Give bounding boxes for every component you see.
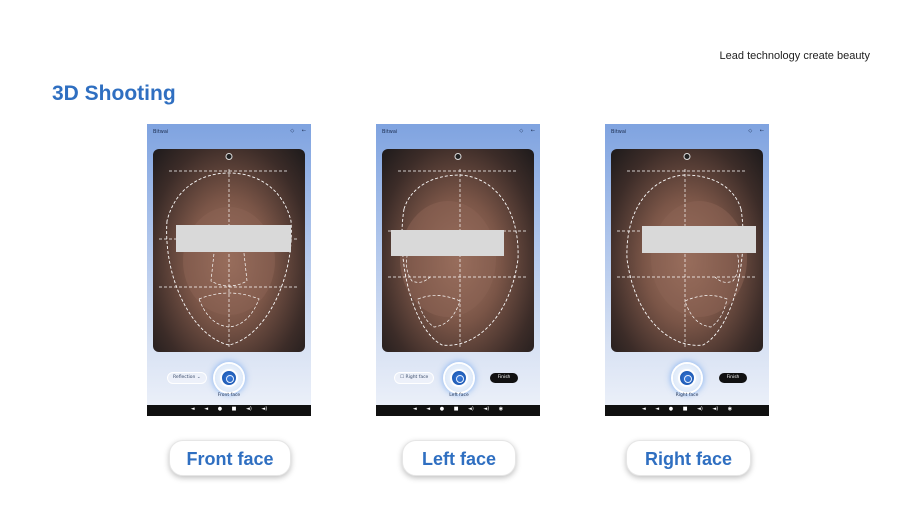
back-icon[interactable]: ◄	[426, 406, 430, 412]
shutter-icon	[220, 369, 238, 387]
capture-label: Left face	[449, 393, 469, 398]
volume-down-icon[interactable]: ◄	[191, 406, 195, 412]
redaction-bar	[391, 230, 504, 256]
camera-indicator-icon	[683, 153, 691, 160]
capture-button[interactable]	[215, 364, 243, 392]
volume-down-icon[interactable]: ◄	[413, 406, 417, 412]
finish-button[interactable]: Finish	[719, 373, 747, 383]
reflection-dropdown[interactable]: Reflection ⌄	[167, 372, 207, 384]
recents-icon[interactable]: ■	[683, 406, 688, 412]
settings-icon[interactable]: ◇	[748, 128, 752, 134]
app-topbar: Bitwai ◇ ←	[147, 124, 311, 140]
app-topbar: Bitwai ◇ ←	[376, 124, 540, 140]
back-icon[interactable]: ◄	[204, 406, 208, 412]
volume-up-icon[interactable]: ◄)	[697, 406, 703, 412]
redaction-bar	[176, 225, 291, 252]
caption-left-face: Left face	[402, 440, 516, 476]
caption-right-face: Right face	[626, 440, 751, 476]
phone-screen-left: Bitwai ◇ ← ☐ Right face Left face Finish…	[376, 124, 540, 416]
volume-down-icon[interactable]: ◄	[642, 406, 646, 412]
volume-up-icon[interactable]: ◄)	[246, 406, 252, 412]
screenshot-icon[interactable]: ◉	[499, 406, 503, 412]
recents-icon[interactable]: ■	[232, 406, 237, 412]
back-icon[interactable]: ◄	[655, 406, 659, 412]
home-icon[interactable]: ●	[218, 406, 222, 412]
settings-icon[interactable]: ◇	[290, 128, 294, 134]
right-face-toggle[interactable]: ☐ Right face	[394, 372, 435, 384]
capture-button[interactable]	[445, 364, 473, 392]
phone-screen-right: Bitwai ◇ ← Right face Finish ◄ ◄ ● ■ ◄) …	[605, 124, 769, 416]
home-icon[interactable]: ●	[669, 406, 673, 412]
recents-icon[interactable]: ■	[454, 406, 459, 412]
page-title: 3D Shooting	[52, 82, 176, 105]
back-arrow-icon[interactable]: ←	[760, 128, 764, 134]
app-brand: Bitwai	[382, 129, 398, 135]
volume-icon[interactable]: ◄)	[712, 406, 718, 412]
back-arrow-icon[interactable]: ←	[302, 128, 306, 134]
phone-screen-front: Bitwai ◇ ← Reflection ⌄ Front face ◄ ◄ ●…	[147, 124, 311, 416]
tagline: Lead technology create beauty	[719, 50, 870, 62]
finish-button[interactable]: Finish	[490, 373, 518, 383]
caption-front-face: Front face	[169, 440, 291, 476]
app-brand: Bitwai	[611, 129, 627, 135]
system-navbar: ◄ ◄ ● ■ ◄) ◄)	[147, 405, 311, 416]
volume-up-icon[interactable]: ◄)	[468, 406, 474, 412]
capture-label: Right face	[675, 393, 699, 398]
shutter-icon	[450, 369, 468, 387]
volume-icon[interactable]: ◄)	[261, 406, 267, 412]
volume-icon[interactable]: ◄)	[483, 406, 489, 412]
back-arrow-icon[interactable]: ←	[531, 128, 535, 134]
camera-indicator-icon	[454, 153, 462, 160]
capture-label: Front face	[217, 393, 241, 398]
app-brand: Bitwai	[153, 129, 169, 135]
app-topbar: Bitwai ◇ ←	[605, 124, 769, 140]
shutter-icon	[678, 369, 696, 387]
camera-indicator-icon	[225, 153, 233, 160]
settings-icon[interactable]: ◇	[519, 128, 523, 134]
home-icon[interactable]: ●	[440, 406, 444, 412]
system-navbar: ◄ ◄ ● ■ ◄) ◄) ◉	[376, 405, 540, 416]
capture-button[interactable]	[673, 364, 701, 392]
screenshot-icon[interactable]: ◉	[728, 406, 732, 412]
system-navbar: ◄ ◄ ● ■ ◄) ◄) ◉	[605, 405, 769, 416]
redaction-bar	[642, 226, 756, 253]
